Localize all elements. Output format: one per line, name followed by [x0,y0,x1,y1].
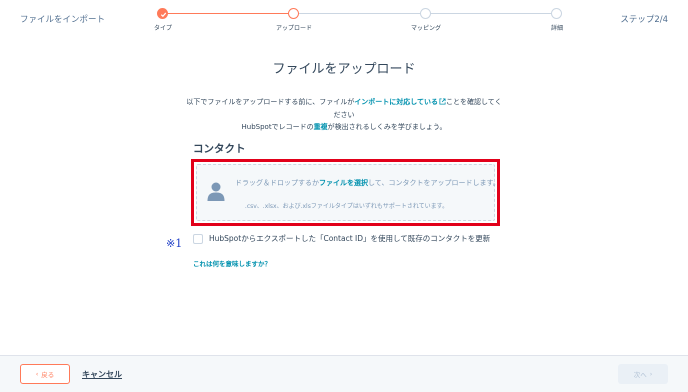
progress-line-done [163,13,294,14]
dropzone-instructions: ドラッグ＆ドロップするかファイルを選択して、コンタクトをアップロードします。 [235,178,500,188]
upload-description: 以下でファイルをアップロードする前に、ファイルがインポートに対応している ことを確… [185,96,503,134]
annotation-note-mark: ※1 [166,237,183,250]
footer-bar: ‹ 戻る キャンセル 次へ › [0,355,688,392]
cancel-link[interactable]: キャンセル [82,369,122,380]
file-dropzone[interactable]: ドラッグ＆ドロップするかファイルを選択して、コンタクトをアップロードします。 .… [196,164,500,221]
dropzone-text: ドラッグ＆ドロップするか [235,179,319,187]
chevron-right-icon: › [649,370,653,378]
choose-file-link[interactable]: ファイルを選択 [319,179,368,187]
progress-stepper: タイプ アップロード マッピング 詳細 [0,0,688,40]
step-dot-upload [288,8,299,19]
step-dot-type-check-icon [157,8,168,19]
step-dot-details [551,8,562,19]
dropzone-text: して、コンタクトをアップロードします。 [368,179,500,187]
duplicates-link[interactable]: 重複 [314,123,328,131]
update-by-contact-id-checkbox[interactable] [193,234,203,244]
step-label-mapping: マッピング [410,25,442,32]
supported-formats-text: .csv、.xlsx、および.xlsファイルタイプはいずれもサポートされています… [244,203,449,210]
contact-avatar-icon [207,182,225,201]
upload-title: ファイルをアップロード [272,62,416,77]
desc-text: 以下でファイルをアップロードする前に、ファイルが [186,98,355,106]
what-does-this-mean-link[interactable]: これは何を意味しますか？ [193,258,271,268]
chevron-left-icon: ‹ [35,370,39,378]
step-label-upload: アップロード [275,25,313,32]
next-button[interactable]: 次へ › [618,364,668,384]
checkbox-label[interactable]: HubSpotからエクスポートした「Contact ID」を使用して既存のコンタ… [209,233,499,245]
desc-text: HubSpotでレコードの [241,123,314,131]
back-button[interactable]: ‹ 戻る [20,364,70,384]
desc-text: が検出されるしくみを学びましょう。 [327,123,447,131]
step-label-type: タイプ [153,25,173,32]
step-label-details: 詳細 [550,25,564,32]
import-support-link[interactable]: インポートに対応している [354,98,438,106]
external-link-icon [439,98,446,105]
step-dot-mapping [420,8,431,19]
next-button-label: 次へ [633,371,647,379]
back-button-label: 戻る [41,371,55,379]
section-title-contacts: コンタクト [193,143,246,155]
